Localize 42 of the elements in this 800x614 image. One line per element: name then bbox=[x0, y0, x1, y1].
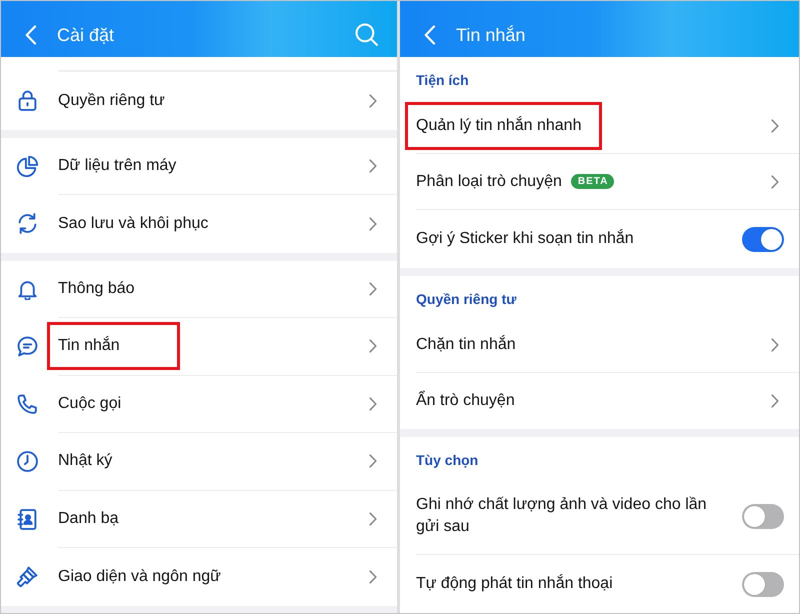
clock-icon bbox=[17, 451, 38, 472]
search-button[interactable] bbox=[355, 23, 379, 47]
screen-title: Tin nhắn bbox=[456, 24, 526, 46]
chevron-icon bbox=[369, 570, 377, 584]
chevron-icon bbox=[771, 118, 779, 132]
chevron-icon bbox=[369, 512, 377, 526]
section-heading: Quyền riêng tư bbox=[416, 291, 516, 307]
back-icon bbox=[25, 25, 37, 45]
chevron-icon bbox=[369, 396, 377, 411]
phone-icon bbox=[17, 394, 38, 415]
chevron-icon bbox=[771, 394, 779, 408]
setting-label: Gợi ý Sticker khi soạn tin nhắn bbox=[416, 228, 634, 249]
setting-label: Ghi nhớ chất lượng ảnh và video cho lần gửi sau bbox=[416, 495, 708, 537]
chevron-icon bbox=[369, 339, 377, 354]
back-button[interactable] bbox=[424, 25, 436, 45]
chevron-icon bbox=[369, 282, 377, 296]
sync-icon bbox=[17, 213, 38, 234]
toggle-switch[interactable] bbox=[742, 226, 784, 252]
search-icon bbox=[355, 23, 379, 47]
back-button[interactable] bbox=[25, 25, 37, 45]
pie-chart-icon bbox=[17, 156, 38, 177]
contact-book-icon bbox=[17, 508, 38, 530]
settings-menu-item[interactable]: Thông báo bbox=[1, 260, 397, 318]
setting-label: Tự động phát tin nhắn thoại bbox=[416, 573, 613, 594]
chevron-icon bbox=[369, 454, 377, 468]
back-icon bbox=[424, 25, 436, 45]
screen-title: Cài đặt bbox=[57, 24, 114, 46]
section-heading: Tiện ích bbox=[416, 72, 469, 88]
bell-icon bbox=[17, 278, 38, 300]
chevron-icon bbox=[771, 174, 779, 188]
chevron-icon bbox=[771, 338, 779, 352]
settings-menu-item[interactable]: Dữ liệu trên máy bbox=[1, 138, 397, 195]
beta-tag: BETA bbox=[570, 174, 614, 189]
chevron-icon bbox=[369, 158, 377, 173]
toggle-switch[interactable] bbox=[742, 504, 784, 528]
chat-bubble-icon bbox=[17, 336, 38, 358]
toggle-switch[interactable] bbox=[742, 572, 784, 596]
paintbrush-icon bbox=[17, 566, 38, 588]
lock-icon bbox=[17, 90, 38, 112]
section-heading: Tùy chọn bbox=[416, 452, 478, 468]
chevron-icon bbox=[369, 216, 377, 231]
chevron-icon bbox=[369, 94, 377, 108]
